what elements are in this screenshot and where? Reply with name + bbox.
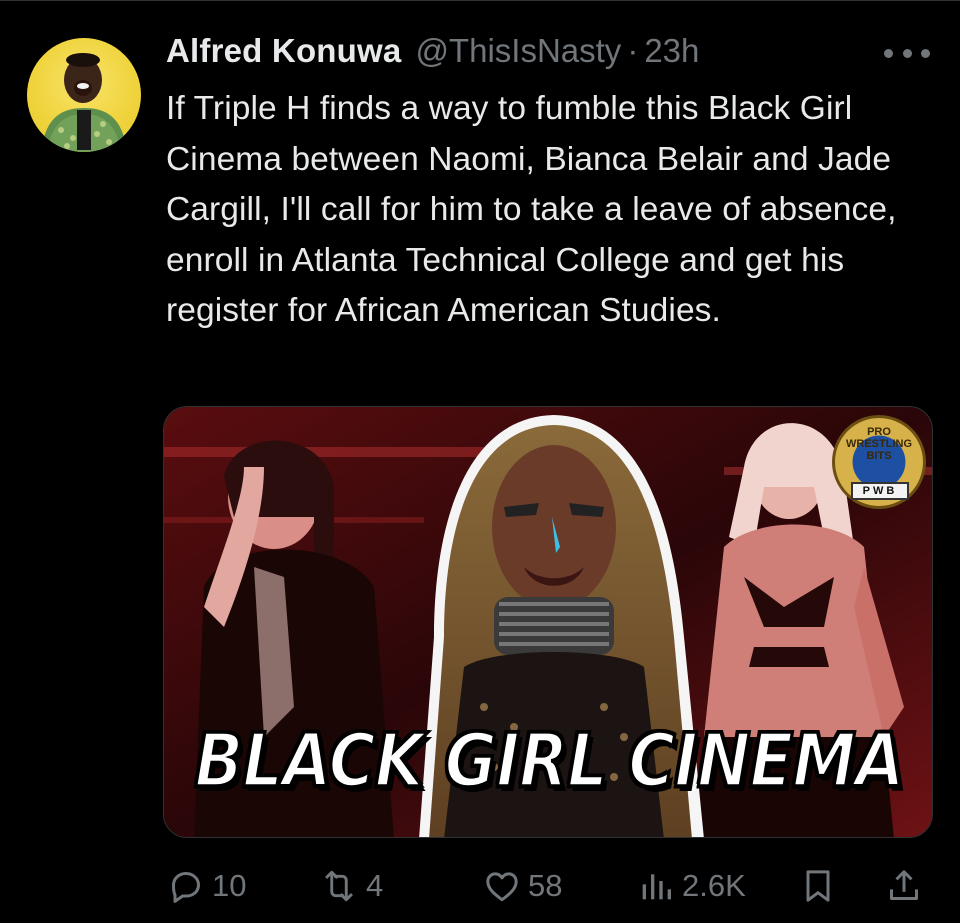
repost-button[interactable]: 4 [318,862,383,910]
tweet[interactable]: Alfred Konuwa @ThisIsNasty · 23h If Trip… [0,0,960,923]
timestamp[interactable]: 23h [644,32,699,70]
reply-button[interactable]: 10 [166,862,246,910]
logo-text-top: PRO WRESTLING BITS [846,426,912,462]
views-count: 2.6K [682,868,746,903]
repost-count: 4 [366,868,384,903]
more-options-button[interactable] [884,40,930,66]
repost-icon [325,870,353,902]
share-icon [890,870,918,900]
bookmark-icon [806,870,830,902]
tweet-media[interactable]: PRO WRESTLING BITS PWB BLACK GIRL CINEMA [163,406,933,838]
share-button[interactable] [884,862,924,910]
tweet-text: If Triple H finds a way to fumble this B… [166,90,897,329]
logo-text-bottom: PWB [851,482,909,500]
author-handle[interactable]: @ThisIsNasty [415,32,621,70]
bookmark-button[interactable] [798,862,838,910]
pro-wrestling-bits-logo: PRO WRESTLING BITS PWB [832,415,926,509]
author-name[interactable]: Alfred Konuwa [166,32,401,70]
more-horizontal-icon [884,48,893,58]
media-caption: BLACK GIRL CINEMA [193,718,906,807]
tweet-actions: 10 4 58 2.6K [166,862,930,910]
views-icon [642,874,671,900]
avatar[interactable] [27,38,141,152]
tweet-header: Alfred Konuwa @ThisIsNasty · 23h [166,32,699,76]
like-button[interactable]: 58 [482,862,562,910]
separator-dot: · [627,32,639,69]
reply-count: 10 [212,868,247,903]
like-count: 58 [528,868,563,903]
views-button[interactable]: 2.6K [636,862,746,910]
heart-icon [486,872,518,902]
reply-icon [172,872,200,903]
